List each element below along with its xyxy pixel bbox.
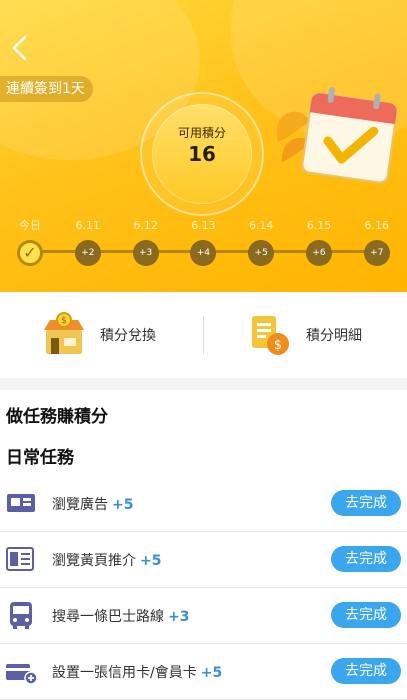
checkin-reward: +6 — [306, 240, 332, 266]
checkin-day: 6.12 +3 — [126, 218, 166, 266]
task-bonus: +5 — [200, 665, 223, 681]
yellow-pages-icon — [6, 547, 34, 571]
store-icon: $ — [44, 312, 84, 354]
section-separator — [0, 378, 407, 390]
task-label: 搜尋一條巴士路線 +3 — [52, 606, 189, 626]
checkin-reward: +2 — [74, 240, 101, 266]
task-row: 瀏覽廣告 +5 去完成 — [0, 476, 407, 532]
checkin-day: 6.15 +6 — [299, 218, 339, 266]
task-name: 設置一張信用卡/會員卡 — [52, 665, 197, 681]
quick-divider — [203, 316, 204, 354]
checkin-reward: +3 — [132, 240, 159, 266]
points-details-label: 積分明細 — [306, 328, 362, 344]
checkin-day: 6.14 +5 — [241, 218, 281, 266]
task-bonus: +3 — [168, 609, 190, 625]
back-icon[interactable] — [8, 34, 32, 62]
calendar-check-icon — [276, 86, 398, 184]
task-row: 搜尋一條巴士路線 +3 去完成 — [0, 588, 407, 644]
task-name: 瀏覽廣告 — [52, 497, 108, 513]
checkin-timeline: 今日 ✓ 6.11 +2 6.12 +3 6.13 +4 6.14 +5 6.15 +6 6.16 +7 — [0, 214, 407, 274]
svg-text:$: $ — [274, 338, 282, 353]
streak-badge: 連續簽到1天 — [0, 76, 93, 102]
checkin-date: 今日 — [19, 219, 41, 232]
task-name: 瀏覽黃頁推介 — [52, 553, 136, 569]
points-header: 連續簽到1天 可用積分 16 今日 ✓ 6.11 +2 6.12 +3 6.13 +4 6.14… — [0, 0, 407, 292]
checkin-date: 6.14 — [248, 219, 274, 232]
checkin-day: 6.11 +2 — [68, 218, 108, 266]
task-bonus: +5 — [140, 553, 162, 569]
complete-task-button[interactable]: 去完成 — [331, 602, 401, 628]
bus-icon — [10, 602, 32, 629]
checkin-day: 6.16 +7 — [357, 218, 397, 266]
task-label: 瀏覽廣告 +5 — [52, 494, 133, 514]
checked-day-icon: ✓ — [17, 240, 43, 266]
checkin-date: 6.16 — [364, 219, 390, 232]
checkin-reward: +4 — [190, 240, 217, 266]
task-name: 搜尋一條巴士路線 — [52, 609, 164, 625]
task-row: 設置一張信用卡/會員卡 +5 去完成 — [0, 644, 407, 700]
ad-icon — [7, 494, 35, 512]
points-label: 可用積分 — [177, 126, 226, 140]
checkin-day: 6.13 +4 — [183, 218, 223, 266]
points-redeem-button[interactable]: $ 積分兌換 — [42, 310, 156, 360]
checkin-date: 6.11 — [75, 219, 101, 232]
checkin-reward: +5 — [248, 240, 275, 266]
points-details-button[interactable]: $ 積分明細 — [248, 310, 362, 360]
quick-actions: $ 積分兌換 $ 積分明細 — [0, 292, 407, 378]
complete-task-button[interactable]: 去完成 — [331, 490, 401, 516]
daily-tasks-title: 日常任務 — [6, 448, 74, 468]
task-row: 瀏覽黃頁推介 +5 去完成 — [0, 532, 407, 588]
task-label: 設置一張信用卡/會員卡 +5 — [52, 662, 222, 682]
checkin-reward: +7 — [363, 240, 390, 266]
tasks-section-title: 做任務賺積分 — [6, 407, 108, 427]
checkin-date: 6.15 — [306, 219, 332, 232]
receipt-coin-icon: $ — [252, 316, 289, 355]
points-redeem-label: 積分兌換 — [100, 328, 156, 344]
task-label: 瀏覽黃頁推介 +5 — [52, 550, 161, 570]
checkin-date: 6.12 — [133, 219, 158, 232]
task-bonus: +5 — [112, 497, 134, 513]
svg-text:$: $ — [61, 316, 67, 326]
points-value: 16 — [188, 142, 216, 166]
complete-task-button[interactable]: 去完成 — [331, 658, 401, 684]
checkin-date: 6.13 — [191, 219, 216, 232]
card-add-icon — [6, 664, 38, 685]
checkin-day: 今日 ✓ — [10, 218, 50, 266]
complete-task-button[interactable]: 去完成 — [331, 546, 401, 572]
